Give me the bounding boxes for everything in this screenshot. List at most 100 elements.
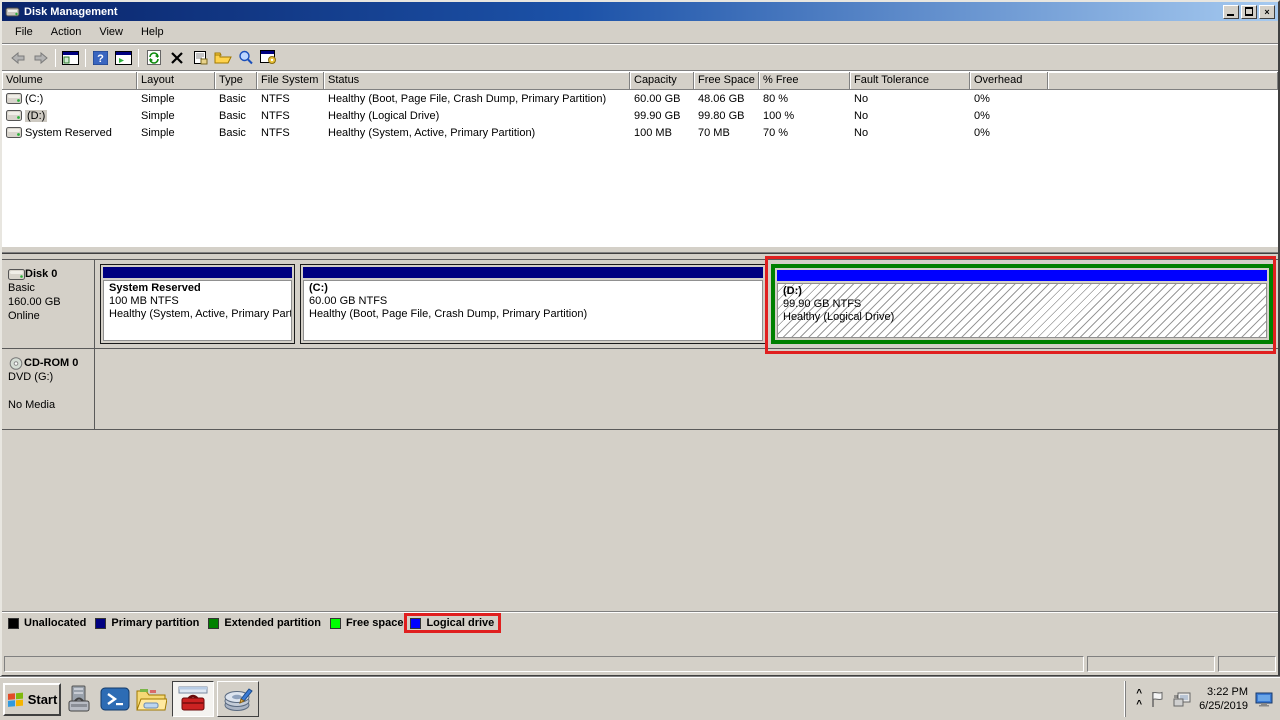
windows-logo-icon	[7, 691, 25, 707]
partition-system-reserved[interactable]: System Reserved 100 MB NTFS Healthy (Sys…	[100, 264, 295, 344]
logical-drive-stripe	[777, 270, 1267, 281]
partition-size: 99.90 GB NTFS	[783, 298, 1261, 311]
cdrom-row: CD-ROM 0 DVD (G:) No Media	[2, 349, 1278, 430]
partition-d-selected[interactable]: (D:) 99.90 GB NTFS Healthy (Logical Driv…	[771, 264, 1273, 344]
legend-label: Extended partition	[224, 617, 321, 629]
partition-c[interactable]: (C:) 60.00 GB NTFS Healthy (Boot, Page F…	[300, 264, 766, 344]
help-icon[interactable]: ?	[89, 47, 112, 69]
volume-icon	[6, 93, 22, 104]
disk-management-taskbar-button[interactable]	[217, 681, 259, 717]
cdrom-icon	[8, 357, 24, 370]
system-tray: ^^ 3:22 PM 6/25/2019	[1125, 681, 1277, 717]
minimize-button[interactable]	[1223, 5, 1239, 19]
toolbox-icon	[178, 686, 208, 712]
status-section-main	[4, 656, 1084, 672]
col-pct-free[interactable]: % Free	[759, 72, 850, 90]
magnifier-icon[interactable]	[234, 47, 257, 69]
show-desktop-icon[interactable]	[1255, 692, 1273, 707]
close-button[interactable]: ×	[1259, 5, 1275, 19]
back-icon[interactable]	[6, 47, 29, 69]
svg-text:?: ?	[97, 53, 104, 65]
col-capacity[interactable]: Capacity	[630, 72, 694, 90]
show-hidden-icons-chevron[interactable]: ^^	[1136, 688, 1142, 710]
legend-unallocated: Unallocated	[8, 617, 86, 629]
cell-fs: NTFS	[257, 127, 324, 139]
legend-label: Unallocated	[24, 617, 86, 629]
status-section-2	[1218, 656, 1276, 672]
open-folder-icon[interactable]	[211, 47, 234, 69]
toolbar: ?	[2, 45, 1278, 71]
delete-icon[interactable]	[165, 47, 188, 69]
network-icon[interactable]	[1172, 691, 1192, 708]
partition-name: (C:)	[309, 282, 757, 295]
cell-overhead: 0%	[970, 127, 1048, 139]
restore-button[interactable]	[1241, 5, 1257, 19]
disk0-info[interactable]: Disk 0 Basic 160.00 GB Online	[2, 260, 95, 348]
volume-row-c[interactable]: (C:) Simple Basic NTFS Healthy (Boot, Pa…	[2, 90, 1278, 107]
col-status[interactable]: Status	[324, 72, 630, 90]
cdrom-status: No Media	[8, 398, 90, 412]
disk0-row: Disk 0 Basic 160.00 GB Online System Res…	[2, 259, 1278, 349]
col-file-system[interactable]: File System	[257, 72, 324, 90]
col-free-space[interactable]: Free Space	[694, 72, 759, 90]
menu-view[interactable]: View	[90, 23, 132, 41]
disk-management-window: Disk Management × File Action View Help …	[0, 0, 1280, 677]
settings-window-icon[interactable]	[257, 47, 280, 69]
col-layout[interactable]: Layout	[137, 72, 215, 90]
partition-status: Healthy (Logical Drive)	[783, 311, 1261, 324]
volume-list-header: Volume Layout Type File System Status Ca…	[2, 72, 1278, 90]
cell-pct: 80 %	[759, 93, 850, 105]
volume-label: (C:)	[25, 93, 43, 105]
volume-label-selected: (D:)	[25, 110, 47, 122]
partition-size: 60.00 GB NTFS	[309, 295, 757, 308]
legend-label: Logical drive	[426, 617, 494, 629]
col-fault-tolerance[interactable]: Fault Tolerance	[850, 72, 970, 90]
show-action-pane-icon[interactable]	[112, 47, 135, 69]
computer-management-taskbar-button[interactable]	[172, 681, 214, 717]
disk0-partitions: System Reserved 100 MB NTFS Healthy (Sys…	[95, 260, 1278, 348]
col-volume[interactable]: Volume	[2, 72, 137, 90]
cell-status: Healthy (Logical Drive)	[324, 110, 630, 122]
menu-help[interactable]: Help	[132, 23, 173, 41]
menu-file[interactable]: File	[6, 23, 42, 41]
server-manager-icon[interactable]	[61, 681, 97, 717]
partition-name: (D:)	[783, 285, 1261, 298]
disk0-size: 160.00 GB	[8, 295, 90, 309]
cell-pct: 70 %	[759, 127, 850, 139]
volume-icon	[6, 110, 22, 121]
partition-status: Healthy (Boot, Page File, Crash Dump, Pr…	[309, 308, 757, 321]
annotation-box-legend-logical-drive: Logical drive	[404, 613, 501, 633]
volume-row-d[interactable]: (D:) Simple Basic NTFS Healthy (Logical …	[2, 107, 1278, 124]
powershell-icon[interactable]	[97, 681, 133, 717]
action-center-flag-icon[interactable]	[1149, 690, 1165, 708]
cell-ft: No	[850, 110, 970, 122]
taskbar: Start ^^ 3:22 PM 6/25/2019	[0, 677, 1280, 720]
forward-icon[interactable]	[29, 47, 52, 69]
col-type[interactable]: Type	[215, 72, 257, 90]
cell-ft: No	[850, 93, 970, 105]
tray-clock[interactable]: 3:22 PM 6/25/2019	[1199, 685, 1248, 713]
title-bar[interactable]: Disk Management ×	[2, 2, 1278, 21]
window-title: Disk Management	[24, 6, 1221, 18]
pane-splitter[interactable]	[2, 246, 1278, 253]
volume-list: Volume Layout Type File System Status Ca…	[2, 72, 1278, 246]
show-console-tree-icon[interactable]	[59, 47, 82, 69]
cell-capacity: 100 MB	[630, 127, 694, 139]
refresh-icon[interactable]	[142, 47, 165, 69]
col-overhead[interactable]: Overhead	[970, 72, 1048, 90]
disk-icon	[8, 269, 25, 280]
primary-partition-stripe	[303, 267, 763, 278]
cell-free: 70 MB	[694, 127, 759, 139]
cdrom-info[interactable]: CD-ROM 0 DVD (G:) No Media	[2, 349, 95, 429]
volume-label: System Reserved	[25, 127, 112, 139]
properties-icon[interactable]	[188, 47, 211, 69]
legend-label: Primary partition	[111, 617, 199, 629]
volume-row-system-reserved[interactable]: System Reserved Simple Basic NTFS Health…	[2, 124, 1278, 141]
legend-swatch-extended	[208, 618, 219, 629]
toolbar-separator	[55, 49, 56, 67]
menu-action[interactable]: Action	[42, 23, 91, 41]
start-button[interactable]: Start	[3, 683, 61, 716]
disk0-status: Online	[8, 309, 90, 323]
status-bar	[2, 654, 1278, 675]
explorer-folder-icon[interactable]	[133, 681, 169, 717]
